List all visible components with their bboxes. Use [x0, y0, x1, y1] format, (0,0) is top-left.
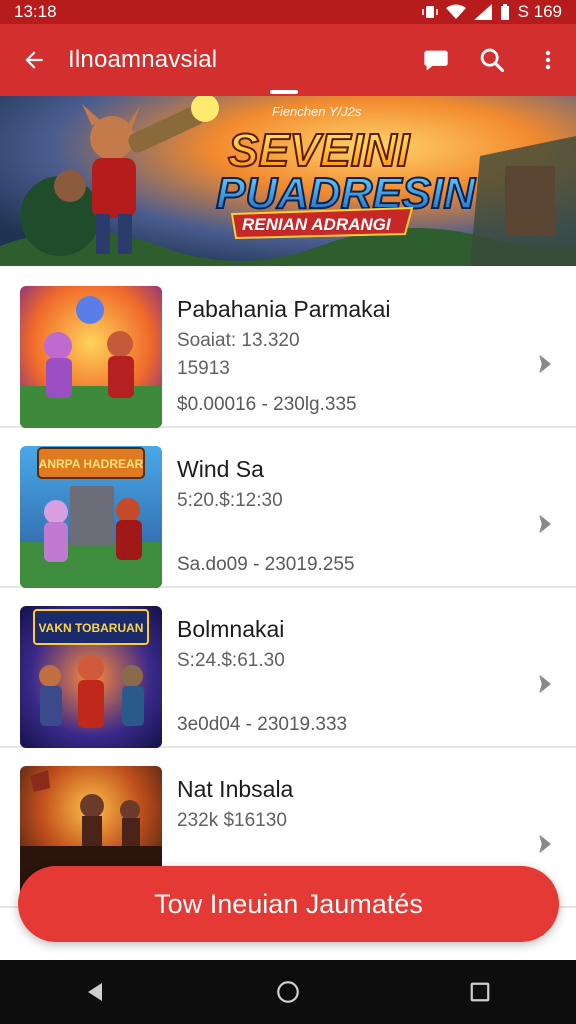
item-price: $0.00016 - 230lg.335 [177, 394, 357, 415]
tab-indicator [270, 90, 298, 94]
list-item[interactable]: ANRPA HADREAR Wind Sa 5:20.$:12:30 Sa.do… [0, 428, 576, 588]
chat-bubble-icon [424, 50, 448, 71]
game-thumbnail: ANRPA HADREAR [20, 446, 162, 588]
nav-home-button[interactable] [258, 960, 318, 1024]
arrow-left-icon [25, 51, 43, 69]
list-item[interactable]: Pabahania Parmakai Soaiat: 13.320 15913 … [0, 268, 576, 428]
item-meta-secondary: 15913 [177, 358, 230, 379]
banner-ribbon: RENIAN ADRANGI [242, 215, 392, 234]
search-button[interactable] [464, 24, 520, 96]
item-price: 3e0d04 - 23019.333 [177, 714, 348, 735]
thumb-title: VAKN TOBARUAN [39, 621, 144, 635]
chevron-right-icon [539, 514, 551, 534]
game-thumbnail: VAKN TOBARUAN [20, 606, 162, 748]
status-bar: 13:18 S 169 [0, 0, 576, 24]
thumb-title: ANRPA HADREAR [39, 457, 144, 471]
item-meta-primary: 5:20.$:12:30 [177, 490, 283, 511]
chevron-right-icon [539, 834, 551, 854]
more-vert-icon [545, 50, 551, 70]
nav-recents-button[interactable] [450, 960, 510, 1024]
nav-back-button[interactable] [66, 960, 126, 1024]
promo-banner[interactable]: Fienchen Y/J2s SEVEINI PUADRESIN RENIAN … [0, 96, 576, 266]
game-thumbnail [20, 286, 162, 428]
triangle-back-icon [88, 983, 102, 1001]
wifi-icon [445, 4, 466, 19]
search-icon [480, 48, 505, 73]
item-name: Nat Inbsala [177, 776, 294, 802]
status-icons: S 169 [421, 2, 562, 22]
chevron-right-icon [539, 354, 551, 374]
back-button[interactable] [0, 24, 68, 96]
page-title: Ilnoamnavsial [68, 46, 218, 73]
battery-icon [500, 4, 509, 20]
battery-level: S 169 [517, 2, 562, 21]
app-bar: Ilnoamnavsial [0, 24, 576, 96]
item-name: Bolmnakai [177, 616, 285, 642]
chat-button[interactable] [408, 24, 464, 96]
status-time: 13:18 [14, 2, 57, 21]
list-item[interactable]: VAKN TOBARUAN Bolmnakai S:24.$:61.30 3e0… [0, 588, 576, 748]
square-recents-icon [470, 982, 490, 1002]
item-meta-primary: Soaiat: 13.320 [177, 330, 300, 351]
circle-home-icon [277, 981, 299, 1003]
primary-action-button[interactable]: Tow Ineuian Jaumatés [18, 866, 559, 942]
item-name: Pabahania Parmakai [177, 296, 391, 322]
item-meta-primary: S:24.$:61.30 [177, 650, 285, 671]
item-meta-primary: 232k $16130 [177, 810, 287, 831]
item-price: Sa.do09 - 23019.255 [177, 554, 355, 575]
more-options-button[interactable] [520, 24, 576, 96]
vibrate-icon [421, 6, 438, 18]
chevron-right-icon [539, 674, 551, 694]
banner-art: Fienchen Y/J2s SEVEINI PUADRESIN RENIAN … [0, 96, 576, 266]
signal-icon [473, 4, 492, 20]
banner-kicker: Fienchen Y/J2s [272, 104, 362, 119]
system-nav-bar [0, 960, 576, 1024]
item-name: Wind Sa [177, 456, 264, 482]
game-list: Pabahania Parmakai Soaiat: 13.320 15913 … [0, 268, 576, 908]
